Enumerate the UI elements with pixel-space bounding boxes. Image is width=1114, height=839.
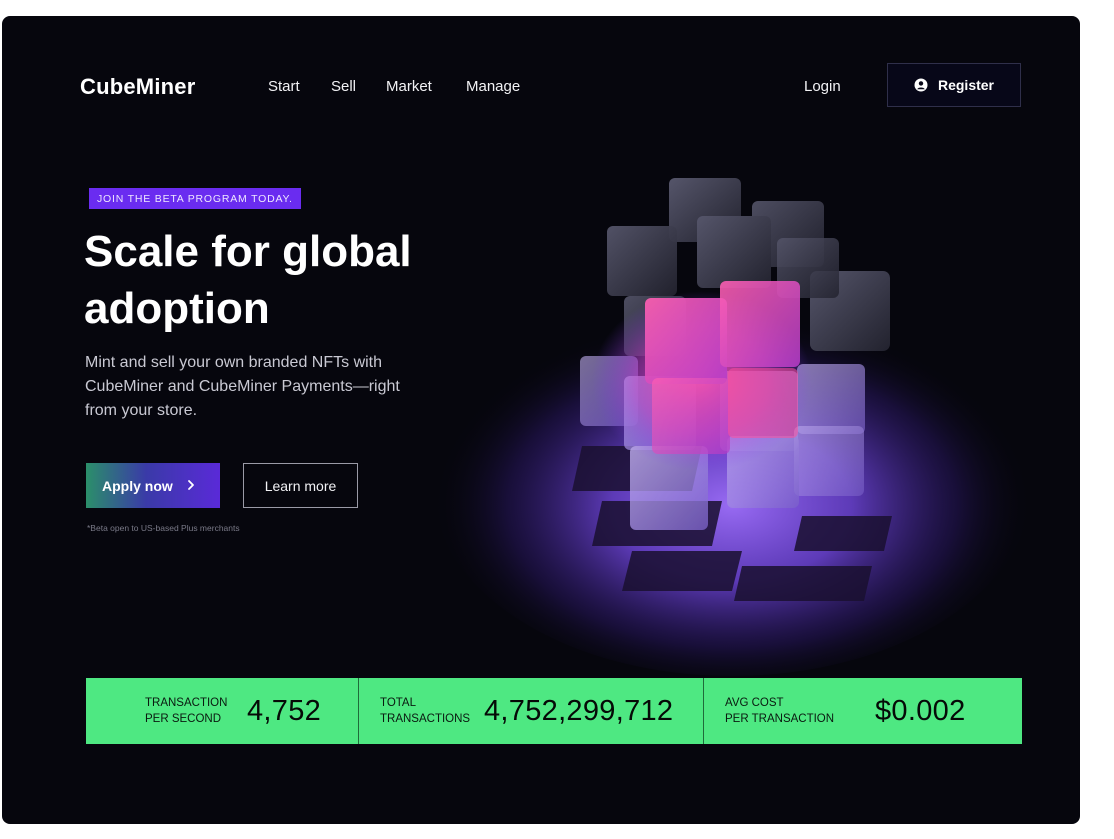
hero-subtext: Mint and sell your own branded NFTs with… bbox=[85, 354, 400, 419]
register-button[interactable]: Register bbox=[887, 63, 1021, 107]
stat-value: $0.002 bbox=[875, 694, 966, 727]
brand-logo[interactable]: CubeMiner bbox=[80, 74, 195, 100]
stat-total-transactions: TOTAL TRANSACTIONS 4,752,299,712 bbox=[358, 678, 703, 744]
apply-now-label: Apply now bbox=[102, 477, 173, 494]
stat-value: 4,752 bbox=[247, 694, 322, 727]
stat-label: TRANSACTION PER SECOND bbox=[145, 697, 228, 725]
login-link[interactable]: Login bbox=[804, 78, 841, 95]
stats-bar: TRANSACTION PER SECOND 4,752 TOTAL TRANS… bbox=[86, 678, 1022, 744]
learn-more-button[interactable]: Learn more bbox=[243, 463, 358, 508]
nav-item-sell[interactable]: Sell bbox=[331, 78, 356, 95]
landing-page: CubeMiner Start Sell Market Manage Login… bbox=[2, 16, 1080, 824]
nav-item-manage[interactable]: Manage bbox=[466, 78, 520, 95]
cube-illustration bbox=[432, 178, 1032, 676]
beta-badge: JOIN THE BETA PROGRAM TODAY. bbox=[89, 188, 301, 209]
beta-footnote: *Beta open to US-based Plus merchants bbox=[87, 523, 240, 533]
nav-item-start[interactable]: Start bbox=[268, 78, 300, 95]
stat-label: TOTAL TRANSACTIONS bbox=[380, 697, 471, 725]
stat-value: 4,752,299,712 bbox=[484, 694, 674, 727]
chevron-right-icon bbox=[188, 480, 194, 490]
register-label: Register bbox=[937, 77, 995, 93]
nav-item-market[interactable]: Market bbox=[386, 78, 432, 95]
user-icon bbox=[914, 78, 928, 92]
stat-label: AVG COST PER TRANSACTION bbox=[725, 697, 835, 725]
apply-now-button[interactable]: Apply now bbox=[86, 463, 220, 508]
stat-avg-cost: AVG COST PER TRANSACTION $0.002 bbox=[703, 678, 1022, 744]
stat-transactions-per-second: TRANSACTION PER SECOND 4,752 bbox=[86, 678, 358, 744]
